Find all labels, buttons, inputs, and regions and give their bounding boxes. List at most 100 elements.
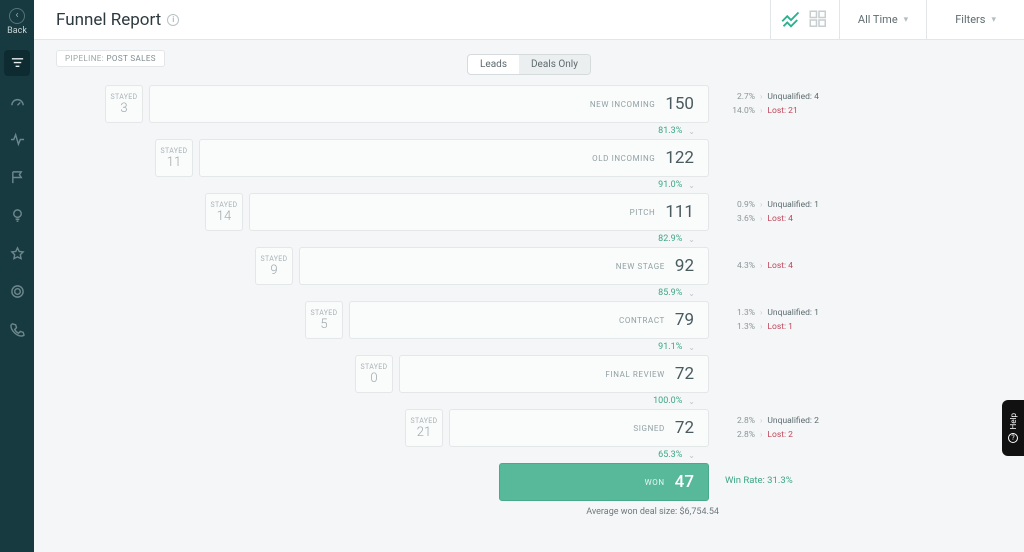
tab-deals-only[interactable]: Deals Only: [519, 55, 590, 74]
chevron-right-icon: ›: [760, 104, 762, 118]
stage-row: STAYED11OLD INCOMING122: [149, 139, 909, 177]
stage-name: NEW INCOMING: [590, 100, 655, 109]
stage-bar[interactable]: NEW INCOMING 150: [149, 85, 709, 123]
conversion-row[interactable]: 91.0%⌄: [199, 177, 709, 193]
outflow-line[interactable]: 1.3%›Lost: 1: [725, 320, 905, 334]
sidebar-item-dashboard[interactable]: [4, 88, 30, 114]
outflow-label: Unqualified: 4: [767, 90, 818, 104]
stage-name: PITCH: [630, 208, 656, 217]
stage-count: 72: [675, 364, 694, 384]
conversion-row[interactable]: 91.1%⌄: [349, 339, 709, 355]
outflow-line[interactable]: 1.3%›Unqualified: 1: [725, 306, 905, 320]
stage-bar[interactable]: OLD INCOMING122: [199, 139, 709, 177]
stage-bar[interactable]: FINAL REVIEW 72: [399, 355, 709, 393]
table-view-button[interactable]: [809, 10, 829, 30]
conversion-row[interactable]: 82.9%⌄: [249, 231, 709, 247]
stage-bar[interactable]: CONTRACT 79: [349, 301, 709, 339]
stage-bar[interactable]: SIGNED 72: [449, 409, 709, 447]
conversion-row[interactable]: 100.0% ⌄: [399, 393, 709, 409]
stage-outflows: 2.8%›Unqualified: 22.8%›Lost: 2: [725, 414, 905, 442]
conversion-row[interactable]: 81.3% ⌄: [149, 123, 709, 139]
stage-count: 122: [665, 148, 694, 168]
chevron-down-icon: ▾: [991, 15, 996, 25]
outflow-pct: 2.8%: [725, 428, 755, 442]
stage-row: STAYED3NEW INCOMING1502.7%›Unqualified: …: [149, 85, 909, 123]
stage-bar[interactable]: PITCH 111: [249, 193, 709, 231]
chevron-left-icon: ‹: [9, 8, 25, 24]
outflow-pct: 2.8%: [725, 414, 755, 428]
outflow-line[interactable]: 3.6%›Lost: 4: [725, 212, 905, 226]
filters-button[interactable]: Filters ▾: [926, 0, 1024, 40]
outflow-line[interactable]: 2.8% › Unqualified: 2: [725, 414, 905, 428]
sidebar-item-star[interactable]: [4, 240, 30, 266]
conversion-row[interactable]: 65.3% ⌄: [449, 447, 709, 463]
filters-label: Filters: [955, 13, 985, 26]
outflow-pct: 0.9%: [725, 198, 755, 212]
stage-row: STAYED14PITCH1110.9%›Unqualified: 13.6%›…: [149, 193, 909, 231]
won-label: WON: [645, 478, 665, 487]
sidebar-item-insights[interactable]: [4, 202, 30, 228]
chevron-down-icon: ⌄: [688, 397, 695, 406]
bulb-icon: [10, 208, 25, 223]
time-range-button[interactable]: All Time ▾: [839, 0, 926, 40]
stayed-count: 9: [270, 263, 277, 278]
outflow-label: Lost: 1: [767, 320, 793, 334]
won-row: WON47Win Rate: 31.3%: [149, 463, 909, 501]
outflow-label: Unqualified: 2: [767, 414, 818, 428]
avg-value: $6,754.54: [679, 507, 719, 517]
grid-icon: [809, 10, 829, 30]
chart-view-button[interactable]: [781, 10, 801, 30]
back-button[interactable]: ‹ Back: [0, 4, 34, 44]
stage-count: 111: [665, 202, 694, 222]
chevron-down-icon: ⌄: [688, 127, 695, 136]
stage-count: 79: [675, 310, 694, 330]
mode-tabs: Leads Deals Only: [467, 54, 591, 75]
stage-count: 92: [675, 256, 694, 276]
stayed-label: STAYED: [361, 363, 388, 371]
stage-bar[interactable]: NEW STAGE92: [299, 247, 709, 285]
sidebar-item-activity[interactable]: [4, 126, 30, 152]
outflow-pct: 4.3%: [725, 259, 755, 273]
stayed-label: STAYED: [261, 255, 288, 263]
chevron-down-icon: ⌄: [688, 235, 695, 244]
view-toggle: [770, 0, 839, 40]
stayed-label: STAYED: [211, 201, 238, 209]
outflow-label: Lost: 21: [767, 104, 797, 118]
conversion-pct: 65.3%: [658, 450, 682, 460]
conversion-pct: 100.0%: [653, 396, 682, 406]
stage-name: SIGNED: [633, 424, 664, 433]
tab-leads[interactable]: Leads: [468, 55, 519, 74]
help-tab[interactable]: Help ?: [1002, 400, 1024, 456]
stage-name: CONTRACT: [619, 316, 665, 325]
stayed-label: STAYED: [161, 147, 188, 155]
outflow-line[interactable]: 2.8%›Lost: 2: [725, 428, 905, 442]
time-range-label: All Time: [858, 13, 898, 26]
won-bar[interactable]: WON47: [499, 463, 709, 501]
stayed-box: STAYED3: [105, 85, 143, 123]
stayed-label: STAYED: [311, 309, 338, 317]
conversion-pct: 81.3%: [658, 126, 682, 136]
sidebar-item-goals[interactable]: [4, 164, 30, 190]
stayed-count: 5: [320, 317, 327, 332]
chevron-down-icon: ⌄: [688, 451, 695, 460]
outflow-line[interactable]: 0.9%›Unqualified: 1: [725, 198, 905, 212]
phone-icon: [10, 322, 25, 337]
info-icon[interactable]: i: [167, 14, 179, 26]
sidebar-item-funnel[interactable]: [4, 50, 30, 76]
stayed-count: 0: [370, 371, 377, 386]
conversion-row[interactable]: 85.9%⌄: [299, 285, 709, 301]
sidebar-item-calls[interactable]: [4, 316, 30, 342]
activity-icon: [10, 132, 25, 147]
page-title: Funnel Report: [56, 10, 161, 30]
outflow-line[interactable]: 2.7%›Unqualified: 4: [725, 90, 905, 104]
stage-count: 150: [665, 94, 694, 114]
outflow-line[interactable]: 14.0%›Lost: 21: [725, 104, 905, 118]
outflow-line[interactable]: 4.3%›Lost: 4: [725, 259, 905, 273]
stage-name: FINAL REVIEW: [605, 370, 664, 379]
chevron-right-icon: ›: [760, 428, 762, 442]
stayed-count: 3: [120, 101, 127, 116]
stage-count: 72: [675, 418, 694, 438]
chevron-right-icon: ›: [760, 414, 762, 428]
chevron-right-icon: ›: [760, 198, 762, 212]
sidebar-item-target[interactable]: [4, 278, 30, 304]
